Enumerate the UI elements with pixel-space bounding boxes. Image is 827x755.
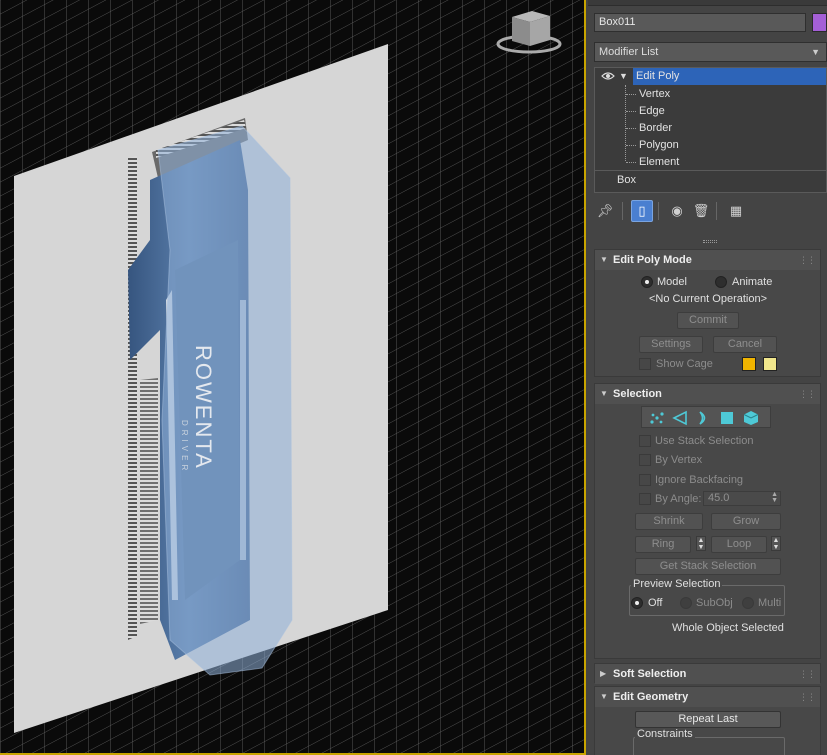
collapse-triangle-icon: ▼ (600, 692, 608, 701)
stack-item-label: Edit Poly (633, 68, 826, 85)
rollout-title: Soft Selection (613, 668, 687, 680)
stack-subobject-element[interactable]: Element (639, 154, 679, 171)
border-icon[interactable] (694, 409, 712, 427)
shrink-button[interactable]: Shrink (635, 513, 703, 530)
settings-button[interactable]: Settings (639, 336, 703, 353)
pin-stack-icon[interactable]: 📌︎ (594, 200, 616, 222)
edit-geometry-rollout: ▼ Edit Geometry ⋮⋮ Repeat Last Constrain… (594, 686, 821, 755)
object-color-swatch[interactable] (812, 13, 827, 32)
stack-toolbar: 📌︎ ▯ ◉ 🗑︎ ▦ (594, 200, 827, 224)
vertex-icon[interactable] (648, 409, 666, 427)
model-radio[interactable] (641, 276, 653, 288)
get-stack-selection-button[interactable]: Get Stack Selection (635, 558, 781, 575)
make-unique-icon[interactable]: ◉ (666, 200, 688, 222)
show-cage-checkbox[interactable] (639, 358, 651, 370)
stack-item-box[interactable]: Box (617, 172, 636, 189)
edge-icon[interactable] (671, 409, 689, 427)
ignore-backfacing-checkbox[interactable] (639, 474, 651, 486)
cage-color-swatch[interactable] (742, 357, 756, 371)
use-stack-selection-checkbox[interactable] (639, 435, 651, 447)
preview-multi-radio[interactable] (742, 597, 754, 609)
selection-status-text: Whole Object Selected (672, 622, 784, 634)
stack-subobject-edge[interactable]: Edge (639, 103, 665, 120)
rollout-title: Edit Poly Mode (613, 254, 692, 266)
preview-selection-title: Preview Selection (631, 578, 723, 590)
collapse-triangle-icon: ▼ (600, 255, 608, 264)
rollout-title: Edit Geometry (613, 691, 689, 703)
drag-handle-icon[interactable]: ⋮⋮ (799, 687, 816, 707)
brand-text: ROWENTA (191, 345, 216, 470)
by-angle-checkbox[interactable] (639, 493, 651, 505)
repeat-last-button[interactable]: Repeat Last (635, 711, 781, 728)
show-end-result-icon[interactable]: ▯ (631, 200, 653, 222)
loop-spinner-icon[interactable]: ▲ ▼ (771, 536, 781, 551)
stack-item-edit-poly[interactable]: ▼ Edit Poly (595, 68, 826, 85)
drag-handle-icon[interactable]: ⋮⋮ (799, 664, 816, 684)
panel-tabs[interactable] (588, 0, 827, 6)
chevron-down-icon: ▼ (811, 47, 820, 57)
grow-button[interactable]: Grow (711, 513, 781, 530)
subobject-mode-bar (641, 406, 771, 428)
show-cage-label: Show Cage (656, 358, 713, 370)
by-angle-label: By Angle: (655, 493, 702, 505)
preview-subobj-radio[interactable] (680, 597, 692, 609)
selection-rollout: ▼ Selection ⋮⋮ Use Stack Selection By Ve… (594, 383, 821, 659)
ignore-backfacing-label: Ignore Backfacing (655, 474, 744, 486)
preview-subobj-label: SubObj (696, 597, 733, 609)
edit-poly-mode-rollout: ▼ Edit Poly Mode ⋮⋮ Model Animate <No Cu… (594, 249, 821, 377)
animate-label: Animate (732, 276, 773, 288)
by-vertex-checkbox[interactable] (639, 454, 651, 466)
object-name-field[interactable]: Box011 (594, 13, 806, 32)
expand-triangle-icon[interactable]: ▼ (619, 68, 628, 85)
edit-poly-mesh (157, 125, 293, 676)
commit-button[interactable]: Commit (677, 312, 739, 329)
use-stack-selection-label: Use Stack Selection (655, 435, 754, 447)
loop-button[interactable]: Loop (711, 536, 767, 553)
panel-grip[interactable] (703, 240, 717, 243)
brand-subtext: DRIVER (180, 420, 189, 474)
element-icon[interactable] (742, 409, 760, 427)
ring-spinner-icon[interactable]: ▲ ▼ (696, 536, 706, 551)
preview-off-radio[interactable] (631, 597, 643, 609)
stack-subobject-vertex[interactable]: Vertex (639, 86, 670, 103)
modifier-stack[interactable]: ▼ Edit Poly Vertex Edge Border Polygon E… (594, 67, 827, 193)
remove-modifier-icon[interactable]: 🗑︎ (690, 200, 712, 222)
drag-handle-icon[interactable]: ⋮⋮ (799, 384, 816, 404)
drag-handle-icon[interactable]: ⋮⋮ (799, 250, 816, 270)
animate-radio[interactable] (715, 276, 727, 288)
expand-triangle-icon: ▶ (600, 669, 607, 678)
preview-multi-label: Multi (758, 597, 782, 609)
edit-geometry-header[interactable]: ▼ Edit Geometry ⋮⋮ (595, 687, 820, 707)
angle-value: 45.0 (708, 492, 730, 504)
eye-icon[interactable] (601, 71, 615, 81)
modifier-list-dropdown[interactable]: Modifier List ▼ (594, 42, 827, 62)
cancel-button[interactable]: Cancel (713, 336, 777, 353)
command-panel: Box011 Modifier List ▼ ▼ Edit Poly Verte… (588, 0, 827, 755)
soft-selection-header[interactable]: ▶ Soft Selection ⋮⋮ (595, 664, 820, 684)
stack-subobject-polygon[interactable]: Polygon (639, 137, 679, 154)
configure-modifier-sets-icon[interactable]: ▦ (725, 200, 747, 222)
selection-header[interactable]: ▼ Selection ⋮⋮ (595, 384, 820, 404)
edit-poly-mode-header[interactable]: ▼ Edit Poly Mode ⋮⋮ (595, 250, 820, 270)
rollout-title: Selection (613, 388, 662, 400)
ring-button[interactable]: Ring (635, 536, 691, 553)
spinner-arrows-icon[interactable]: ▲ ▼ (771, 491, 778, 504)
model-label: Model (657, 276, 687, 288)
polygon-icon[interactable] (718, 409, 736, 427)
modifier-list-label: Modifier List (599, 46, 659, 58)
preview-off-label: Off (648, 597, 663, 609)
constraints-title: Constraints (635, 728, 695, 740)
viewport-scene: ROWENTA DRIVER (0, 0, 584, 753)
current-operation-status: <No Current Operation> (649, 293, 768, 305)
soft-selection-rollout: ▶ Soft Selection ⋮⋮ (594, 663, 821, 684)
angle-spinner[interactable]: 45.0 ▲ ▼ (703, 491, 781, 506)
perspective-viewport[interactable]: ROWENTA DRIVER (0, 0, 586, 755)
stack-subobject-border[interactable]: Border (639, 120, 672, 137)
by-vertex-label: By Vertex (655, 454, 703, 466)
cage-selected-color-swatch[interactable] (763, 357, 777, 371)
collapse-triangle-icon: ▼ (600, 389, 608, 398)
